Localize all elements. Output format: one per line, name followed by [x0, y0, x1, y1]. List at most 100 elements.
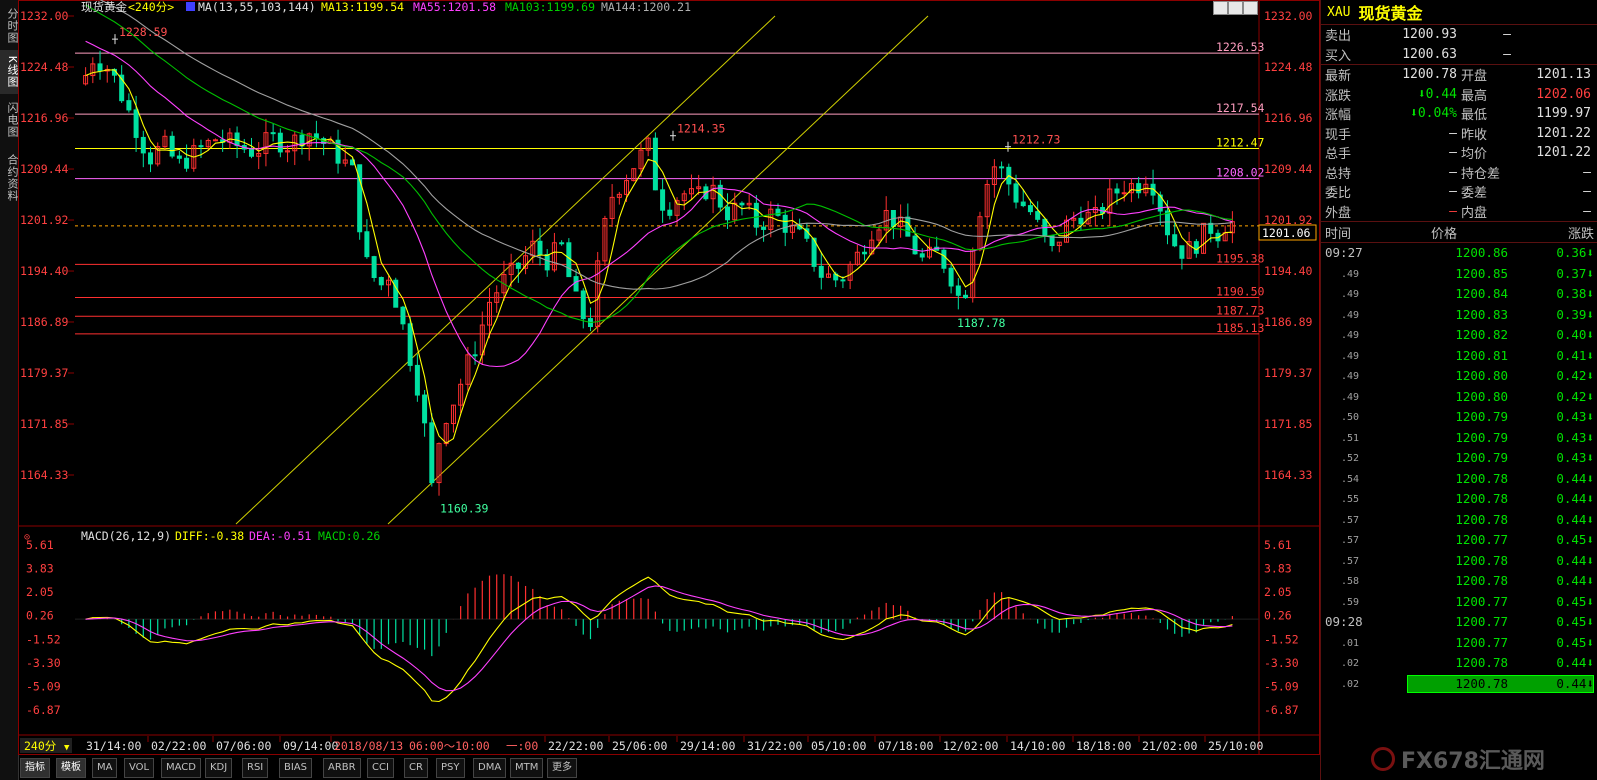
tick-row[interactable]: .57 1200.78 0.44⬇ — [1321, 551, 1597, 572]
indicator-tab-2[interactable]: MA — [92, 758, 118, 778]
trend-channel-lower[interactable] — [387, 15, 929, 525]
macd-axis-right: -5.09 — [1264, 679, 1299, 693]
candle-body — [580, 290, 586, 320]
tick-row[interactable]: .50 1200.79 0.43⬇ — [1321, 407, 1597, 428]
tick-price: 1200.77 — [1455, 593, 1508, 609]
indicator-tab-10[interactable]: CR — [404, 758, 428, 778]
quote-value: ⬇0.04% — [1410, 106, 1457, 122]
tab-lightning[interactable]: 闪电图 — [0, 98, 19, 142]
tick-price: 1200.77 — [1455, 614, 1508, 629]
tick-row[interactable]: .49 1200.81 0.41⬇ — [1321, 346, 1597, 367]
window-minimize-icon[interactable] — [1213, 1, 1228, 15]
tick-price: 1200.78 — [1455, 675, 1508, 691]
window-close-icon[interactable] — [1243, 1, 1258, 15]
candle-body — [371, 256, 377, 279]
indicator-tab-1[interactable]: 模板 — [56, 758, 86, 778]
tick-row[interactable]: .01 1200.77 0.45⬇ — [1321, 633, 1597, 654]
candle-body — [1208, 222, 1214, 234]
quote-label: 持仓差 — [1461, 166, 1501, 182]
buy-row: 买入 1200.63 – — [1321, 45, 1597, 65]
candle-body — [725, 206, 731, 221]
tick-time: .49 — [1341, 350, 1360, 362]
tab-contract-info[interactable]: 合约资料 — [0, 148, 19, 208]
kline-chart-area[interactable]: 1226.53 1217.54 1212.47 1208.02 1195.38 1190.… — [18, 0, 1320, 780]
tick-row[interactable]: .49 1200.80 0.42⬇ — [1321, 366, 1597, 387]
ma55-line[interactable] — [85, 40, 1233, 368]
tick-row[interactable]: 09:28 1200.77 0.45⬇ — [1321, 612, 1597, 633]
candle-body — [1114, 188, 1120, 194]
tick-change: 0.44⬇ — [1556, 491, 1594, 506]
tab-kline[interactable]: K线图 — [0, 50, 19, 94]
indicator-tab-14[interactable]: 更多 — [547, 758, 577, 778]
candle-body — [1078, 217, 1084, 225]
indicator-tab-8[interactable]: ARBR — [323, 758, 361, 778]
tick-row[interactable]: .49 1200.82 0.40⬇ — [1321, 325, 1597, 346]
tick-row[interactable]: .57 1200.78 0.44⬇ — [1321, 510, 1597, 531]
macd-dea-line[interactable] — [85, 585, 1233, 692]
quote-value: ⬇0.44 — [1417, 86, 1457, 102]
tick-row[interactable]: .52 1200.79 0.43⬇ — [1321, 448, 1597, 469]
tick-row[interactable]: .51 1200.79 0.43⬇ — [1321, 428, 1597, 449]
tick-price: 1200.78 — [1455, 655, 1508, 670]
tick-row[interactable]: 09:27 1200.86 0.36⬇ — [1321, 243, 1597, 264]
indicator-tab-12[interactable]: DMA — [473, 758, 507, 778]
tab-timeshare[interactable]: 分时图 — [0, 4, 19, 48]
tick-row[interactable]: .49 1200.84 0.38⬇ — [1321, 284, 1597, 305]
window-restore-icon[interactable] — [1228, 1, 1243, 15]
tick-time: .49 — [1341, 289, 1360, 300]
tick-change: 0.44⬇ — [1556, 470, 1594, 486]
tick-change: 0.43⬇ — [1556, 429, 1594, 445]
quote-row: 总手 – 均价 1201.22 — [1321, 143, 1597, 163]
candle-body — [234, 132, 240, 147]
tick-list[interactable]: 09:27 1200.86 0.36⬇ .49 1200.85 0.37⬇ .49 … — [1321, 243, 1597, 694]
quote-label: 现手 — [1325, 127, 1352, 143]
indicator-tab-9[interactable]: CCI — [367, 758, 394, 778]
tick-row[interactable]: .02 1200.78 0.44⬇ — [1321, 674, 1597, 695]
macd-diff-line[interactable] — [85, 576, 1233, 703]
indicator-tab-4[interactable]: MACD — [161, 758, 201, 778]
tick-row[interactable]: .55 1200.78 0.44⬇ — [1321, 489, 1597, 510]
tick-row[interactable]: .49 1200.80 0.42⬇ — [1321, 387, 1597, 408]
period-dropdown-icon[interactable]: ▼ — [64, 743, 70, 753]
period-button-label[interactable]: 240分 — [24, 739, 57, 753]
quote-value: – — [1449, 145, 1457, 161]
tick-time: .49 — [1341, 309, 1360, 321]
candle-body — [941, 249, 947, 269]
indicator-tab-5[interactable]: KDJ — [205, 758, 233, 778]
tick-row[interactable]: .57 1200.77 0.45⬇ — [1321, 530, 1597, 551]
tick-row[interactable]: .49 1200.85 0.37⬇ — [1321, 264, 1597, 285]
quote-title: XAU 现货黄金 — [1321, 0, 1597, 25]
macd-settings-icon[interactable]: ⊙ — [24, 532, 30, 543]
indicator-tab-7[interactable]: BIAS — [279, 758, 312, 778]
ma103-line[interactable] — [85, 4, 1233, 324]
quote-panel: XAU 现货黄金 卖出 1200.93 – 买入 1200.63 – 最新 12… — [1320, 0, 1597, 780]
macd-axis-left: -6.87 — [26, 703, 61, 717]
indicator-tab-11[interactable]: PSY — [436, 758, 465, 778]
tick-time: .57 — [1341, 535, 1360, 546]
level-label: 1185.13 — [1216, 321, 1265, 335]
candle-body — [140, 136, 146, 154]
ma-settings-icon[interactable] — [186, 2, 195, 11]
tick-time: .51 — [1341, 432, 1360, 444]
quote-label: 委比 — [1325, 186, 1352, 202]
tick-row[interactable]: .59 1200.77 0.45⬇ — [1321, 592, 1597, 613]
indicator-tab-6[interactable]: RSI — [242, 758, 269, 778]
ma55-value: MA55:1201.58 — [413, 0, 496, 14]
tick-row[interactable]: .02 1200.78 0.44⬇ — [1321, 653, 1597, 674]
candle-body — [544, 254, 550, 271]
quote-value: 1201.13 — [1536, 67, 1591, 83]
quote-value: – — [1449, 184, 1457, 200]
indicator-tab-3[interactable]: VOL — [124, 758, 155, 778]
tick-change: 0.44⬇ — [1556, 655, 1594, 670]
tick-row[interactable]: .54 1200.78 0.44⬇ — [1321, 469, 1597, 490]
trend-channel-upper[interactable] — [235, 15, 776, 525]
indicator-tab-13[interactable]: MTM — [510, 758, 544, 778]
price-axis-left: 1224.48 — [20, 60, 69, 74]
tick-change: 0.44⬇ — [1556, 573, 1594, 588]
quote-value: – — [1449, 164, 1457, 180]
tick-row[interactable]: .49 1200.83 0.39⬇ — [1321, 305, 1597, 326]
ticks-time-header: 时间 — [1325, 226, 1352, 242]
symbol-code: XAU — [1327, 4, 1351, 20]
indicator-tab-0[interactable]: 指标 — [20, 758, 50, 778]
tick-row[interactable]: .58 1200.78 0.44⬇ — [1321, 571, 1597, 592]
